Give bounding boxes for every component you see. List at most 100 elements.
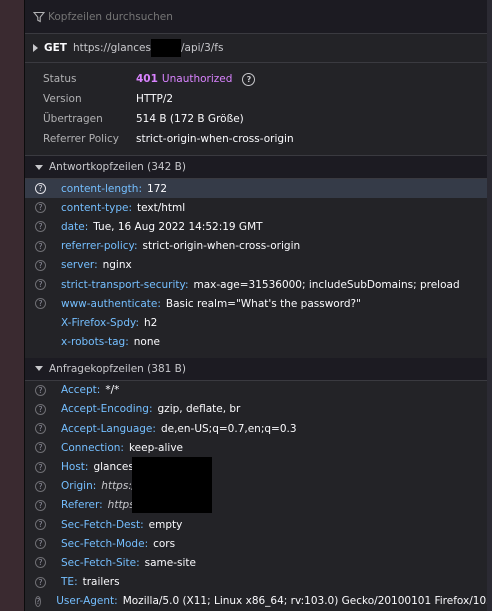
left-pane-edge xyxy=(0,0,24,611)
header-name: Accept-Encoding xyxy=(61,403,158,415)
header-value: keep-alive xyxy=(128,441,183,454)
filter-bar xyxy=(25,0,487,34)
header-value: Basic realm="What's the password?" xyxy=(165,297,361,310)
request-method: GET xyxy=(44,42,67,54)
summary-label: Status xyxy=(43,73,77,85)
header-row[interactable]: ? Originhttps:/ xyxy=(25,477,487,496)
summary-label: Übertragen xyxy=(43,113,103,125)
header-row[interactable]: ? content-typetext/html xyxy=(25,198,487,217)
header-row[interactable]: ? servernginx xyxy=(25,256,487,275)
header-name: User-Agent xyxy=(56,595,122,607)
header-value: h2 xyxy=(144,316,158,329)
header-value: Tue, 16 Aug 2022 14:52:19 GMT xyxy=(93,220,263,233)
question-circle-icon[interactable]: ? xyxy=(242,72,256,86)
request-line-toggle[interactable]: GET https://glances /api/3/fs xyxy=(25,34,487,63)
header-row[interactable]: ? referrer-policystrict-origin-when-cross… xyxy=(25,237,487,256)
question-circle-icon[interactable]: ? xyxy=(35,221,46,233)
header-value: 172 xyxy=(147,182,168,195)
redaction-block xyxy=(150,39,181,57)
header-row[interactable]: ? Sec-Fetch-Sitesame-site xyxy=(25,553,487,572)
header-row[interactable]: ? strict-transport-securitymax-age=315360… xyxy=(25,275,487,294)
header-name: X-Firefox-Spdy xyxy=(61,317,144,329)
request-url-suffix: /api/3/fs xyxy=(180,42,224,54)
header-row[interactable]: ? www-authenticateBasic realm="What's the… xyxy=(25,294,487,313)
question-circle-icon[interactable]: ? xyxy=(35,499,46,511)
header-row[interactable]: ? Accept*/* xyxy=(25,381,487,400)
question-circle-icon[interactable]: ? xyxy=(35,202,46,214)
summary-label: Version xyxy=(43,93,82,105)
question-circle-icon[interactable]: ? xyxy=(35,538,46,550)
question-circle-icon[interactable]: ? xyxy=(35,298,46,310)
header-value: https:/ xyxy=(101,480,136,493)
request-headers-toggle[interactable]: Anfragekopfzeilen (381 B) xyxy=(25,357,487,381)
question-circle-icon[interactable]: ? xyxy=(35,384,46,396)
header-row[interactable]: ? Sec-Fetch-Destempty xyxy=(25,515,487,534)
header-name: TE xyxy=(61,576,83,588)
header-name: content-length xyxy=(61,183,147,195)
header-name: Host xyxy=(61,461,93,473)
header-value: same-site xyxy=(144,556,197,569)
header-value: trailers xyxy=(82,576,120,589)
header-row[interactable]: ? Accept-Languagede,en-US;q=0.7,en;q=0.3 xyxy=(25,419,487,438)
filter-headers-input[interactable] xyxy=(48,10,348,23)
header-row[interactable]: ? User-AgentMozilla/5.0 (X11; Linux x86_6… xyxy=(25,592,487,611)
header-row[interactable]: ? TEtrailers xyxy=(25,573,487,592)
summary-value: HTTP/2 xyxy=(136,93,174,105)
question-circle-icon[interactable]: ? xyxy=(35,442,46,454)
header-name: x-robots-tag xyxy=(61,336,134,348)
question-circle-icon[interactable]: ? xyxy=(35,403,46,415)
header-value: none xyxy=(133,336,160,349)
header-name: date xyxy=(61,221,93,233)
triangle-icon xyxy=(35,366,43,372)
header-name: Origin xyxy=(61,480,101,492)
question-circle-icon[interactable]: ? xyxy=(35,279,46,291)
redaction-block xyxy=(132,456,212,513)
header-name: referrer-policy xyxy=(61,240,143,252)
header-name: Connection xyxy=(61,442,129,454)
question-circle-icon[interactable]: ? xyxy=(35,576,46,588)
header-name: Accept-Language xyxy=(61,423,161,435)
response-headers-title: Antwortkopfzeilen (342 B) xyxy=(49,161,186,173)
header-row[interactable]: ? Refererhttps xyxy=(25,496,487,515)
header-row[interactable]: ? Accept-Encodinggzip, deflate, br xyxy=(25,400,487,419)
header-name: www-authenticate xyxy=(61,298,166,310)
header-value: gzip, deflate, br xyxy=(157,403,241,416)
header-row[interactable]: ? Connectionkeep-alive xyxy=(25,438,487,457)
header-name: Sec-Fetch-Dest xyxy=(61,519,149,531)
response-headers-toggle[interactable]: Antwortkopfzeilen (342 B) xyxy=(25,156,487,179)
question-circle-icon[interactable]: ? xyxy=(35,557,46,569)
question-circle-icon[interactable]: ? xyxy=(35,423,46,435)
question-circle-icon[interactable]: ? xyxy=(35,480,46,492)
header-value: Mozilla/5.0 (X11; Linux x86_64; rv:103.0… xyxy=(122,595,488,608)
header-row[interactable]: ? dateTue, 16 Aug 2022 14:52:19 GMT xyxy=(25,217,487,236)
question-circle-icon[interactable]: ? xyxy=(35,519,46,531)
header-name: Sec-Fetch-Mode xyxy=(61,538,153,550)
request-url-prefix: https://glances xyxy=(72,42,151,54)
header-row[interactable]: ? Sec-Fetch-Modecors xyxy=(25,534,487,553)
question-circle-icon[interactable]: ? xyxy=(35,461,46,473)
question-circle-icon[interactable]: ? xyxy=(35,595,42,607)
header-row[interactable]: ? Hostglances xyxy=(25,457,487,476)
summary-status-row: Status 401 Unauthorized ? xyxy=(25,69,487,89)
header-value: */* xyxy=(105,384,120,397)
header-value: de,en-US;q=0.7,en;q=0.3 xyxy=(160,422,297,435)
status-text: Unauthorized xyxy=(161,73,233,85)
header-value: max-age=31536000; includeSubDomains; pre… xyxy=(193,278,460,291)
summary-value: 514 B (172 B Größe) xyxy=(136,113,244,125)
header-row[interactable]: ?x-robots-tagnone xyxy=(25,333,487,352)
summary-value: strict-origin-when-cross-origin xyxy=(136,133,294,145)
header-name: server xyxy=(61,259,103,271)
header-row[interactable]: ?X-Firefox-Spdyh2 xyxy=(25,313,487,332)
header-name: content-type xyxy=(61,202,137,214)
question-circle-icon[interactable]: ? xyxy=(35,183,46,195)
header-value: strict-origin-when-cross-origin xyxy=(142,240,301,253)
filter-funnel-icon xyxy=(33,11,45,23)
question-circle-icon[interactable]: ? xyxy=(35,259,46,271)
triangle-icon xyxy=(33,44,38,52)
summary-referrer-policy-row: Referrer Policy strict-origin-when-cross… xyxy=(25,129,487,149)
question-circle-icon[interactable]: ? xyxy=(35,240,46,252)
response-headers-list: ? content-length172 ? content-typetext/htm… xyxy=(25,179,487,352)
header-value: cors xyxy=(153,537,176,550)
triangle-icon xyxy=(35,164,43,170)
header-row[interactable]: ? content-length172 xyxy=(25,179,487,199)
